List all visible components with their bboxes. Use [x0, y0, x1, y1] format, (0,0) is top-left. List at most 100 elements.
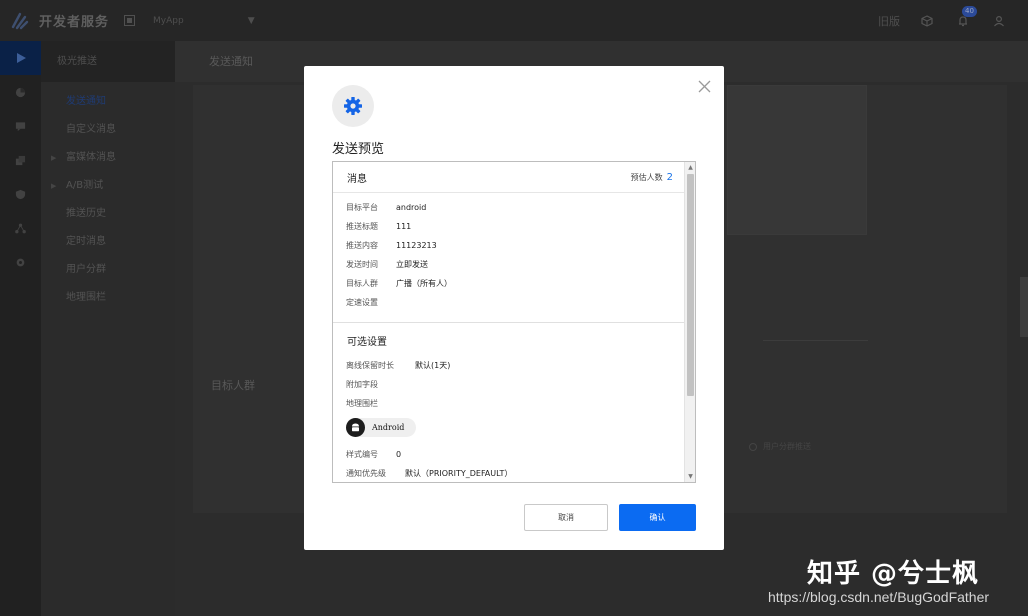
chevron-down-icon[interactable]: ▼: [248, 16, 255, 26]
estimate-value: 2: [666, 171, 673, 183]
detail-value: android: [396, 203, 427, 212]
phone-preview: [727, 85, 867, 235]
confirm-button[interactable]: 确认: [619, 504, 696, 531]
detail-row: 目标人群 广播（所有人）: [333, 274, 685, 293]
subnav-item-label: 定时消息: [66, 236, 106, 247]
detail-key: 目标人群: [346, 279, 378, 288]
subnav-item-label: 发送通知: [66, 96, 106, 107]
subnav-item-label: 用户分群: [66, 264, 106, 275]
rail-push[interactable]: [0, 41, 41, 75]
detail-value: 默认(1天): [415, 361, 451, 370]
notification-badge: 40: [962, 5, 977, 17]
chevron-right-icon: ▶: [51, 182, 57, 190]
scroll-down-arrow-icon[interactable]: ▼: [685, 471, 695, 482]
watermark-url: https://blog.csdn.net/BugGodFather: [768, 589, 990, 605]
chevron-right-icon: ▶: [51, 154, 57, 162]
detail-row: 通知优先级 默认（PRIORITY_DEFAULT）: [333, 464, 685, 482]
settings-badge: [332, 85, 374, 127]
detail-key: 附加字段: [346, 380, 378, 389]
detail-row: 样式编号 0: [333, 445, 685, 464]
detail-key: 发送时间: [346, 260, 378, 269]
platform-chip-android: Android: [346, 418, 417, 437]
puzzle-icon: [15, 155, 26, 165]
gear-icon: [16, 258, 25, 266]
cube-icon[interactable]: [920, 14, 934, 28]
rail-stats[interactable]: [0, 75, 41, 109]
subnav-item-rich-media[interactable]: ▶ 富媒体消息: [41, 144, 175, 172]
scroll-up-arrow-icon[interactable]: ▲: [685, 162, 695, 173]
detail-key: 通知优先级: [346, 469, 386, 478]
close-icon[interactable]: [696, 78, 712, 94]
cancel-button[interactable]: 取消: [524, 504, 608, 531]
pie-chart-icon: [15, 87, 26, 97]
subnav-item-label: 推送历史: [66, 208, 106, 219]
send-preview-dialog: 发送预览 消息 预估人数 2 目标平台 android 推送标题 111 推送内容 11…: [304, 66, 724, 550]
detail-key: 推送内容: [346, 241, 378, 250]
dialog-title: 发送预览: [332, 142, 385, 157]
subnav-item-label: 自定义消息: [66, 124, 116, 135]
app-selector[interactable]: MyApp: [153, 16, 184, 26]
network-icon: [15, 223, 26, 233]
app-switch-icon[interactable]: [123, 15, 135, 27]
detail-value: 默认（PRIORITY_DEFAULT）: [405, 469, 513, 478]
brand-name: 开发者服务: [39, 15, 110, 30]
section-title: 目标人群: [211, 379, 255, 392]
subnav-item-label: 富媒体消息: [66, 152, 116, 163]
estimate-label: 预估人数: [630, 172, 663, 182]
divider: [763, 340, 868, 341]
subnav-title: 极光推送: [41, 41, 175, 82]
subnav-item-ab-test[interactable]: ▶ A/B测试: [41, 172, 175, 200]
subnav-item-label: 地理围栏: [66, 292, 106, 303]
message-section-header: 消息 预估人数 2: [333, 162, 685, 193]
detail-row: 推送标题 111: [333, 217, 685, 236]
android-icon: [346, 418, 365, 437]
detail-value: 111: [396, 222, 412, 231]
watermark-author: 知乎 @兮士枫: [807, 559, 980, 589]
detail-key: 目标平台: [346, 203, 378, 212]
detail-row: 附加字段: [333, 375, 685, 394]
subnav-item-custom-message[interactable]: 自定义消息: [41, 116, 175, 144]
top-bar: 开发者服务 MyApp ▼ 旧版 40: [0, 0, 1028, 41]
detail-value: 0: [396, 450, 402, 459]
rail-network[interactable]: [0, 211, 41, 245]
detail-row: 地理围栏: [333, 394, 685, 413]
user-icon[interactable]: [992, 14, 1006, 28]
detail-value: 11123213: [396, 241, 437, 250]
shield-icon: [15, 189, 26, 199]
subnav-item-scheduled[interactable]: 定时消息: [41, 228, 175, 256]
section-title: 消息: [347, 173, 367, 185]
scroll-thumb[interactable]: [687, 174, 694, 396]
radio-label: 用户分群推送: [763, 442, 811, 451]
page-scrollbar[interactable]: [1020, 277, 1028, 337]
play-icon: [16, 53, 26, 63]
detail-key: 地理围栏: [346, 399, 378, 408]
detail-key: 样式编号: [346, 450, 378, 459]
subnav-item-user-segments[interactable]: 用户分群: [41, 256, 175, 284]
detail-value: 广播（所有人）: [396, 279, 452, 288]
subnav-item-geofence[interactable]: 地理围栏: [41, 284, 175, 312]
optional-section-title: 可选设置: [347, 337, 387, 348]
chat-icon: [15, 121, 26, 131]
gear-icon: [344, 97, 362, 115]
subnav-item-send-notification[interactable]: 发送通知: [41, 88, 175, 116]
bell-icon[interactable]: 40: [956, 5, 977, 28]
rail-im[interactable]: [0, 109, 41, 143]
rail-plugins[interactable]: [0, 143, 41, 177]
detail-key: 推送标题: [346, 222, 378, 231]
rail-settings[interactable]: [0, 245, 41, 279]
panel-scrollbar[interactable]: ▲ ▼: [684, 162, 695, 482]
chip-label: Android: [372, 423, 405, 432]
old-version-link[interactable]: 旧版: [878, 13, 900, 29]
sub-navigation: 极光推送 发送通知 自定义消息 ▶ 富媒体消息 ▶ A/B测试 推送历史 定时消息 …: [41, 41, 175, 616]
rail-security[interactable]: [0, 177, 41, 211]
preview-panel: 消息 预估人数 2 目标平台 android 推送标题 111 推送内容 1112321…: [332, 161, 696, 483]
detail-row: 离线保留时长 默认(1天): [333, 356, 685, 375]
icon-rail: [0, 41, 41, 616]
detail-row: 目标平台 android: [333, 198, 685, 217]
subnav-item-push-history[interactable]: 推送历史: [41, 200, 175, 228]
segment-radio[interactable]: 用户分群推送: [749, 441, 811, 452]
detail-row: 发送时间 立即发送: [333, 255, 685, 274]
logo-icon[interactable]: [9, 10, 31, 32]
estimate-count: 预估人数 2: [631, 172, 673, 183]
detail-row: 推送内容 11123213: [333, 236, 685, 255]
